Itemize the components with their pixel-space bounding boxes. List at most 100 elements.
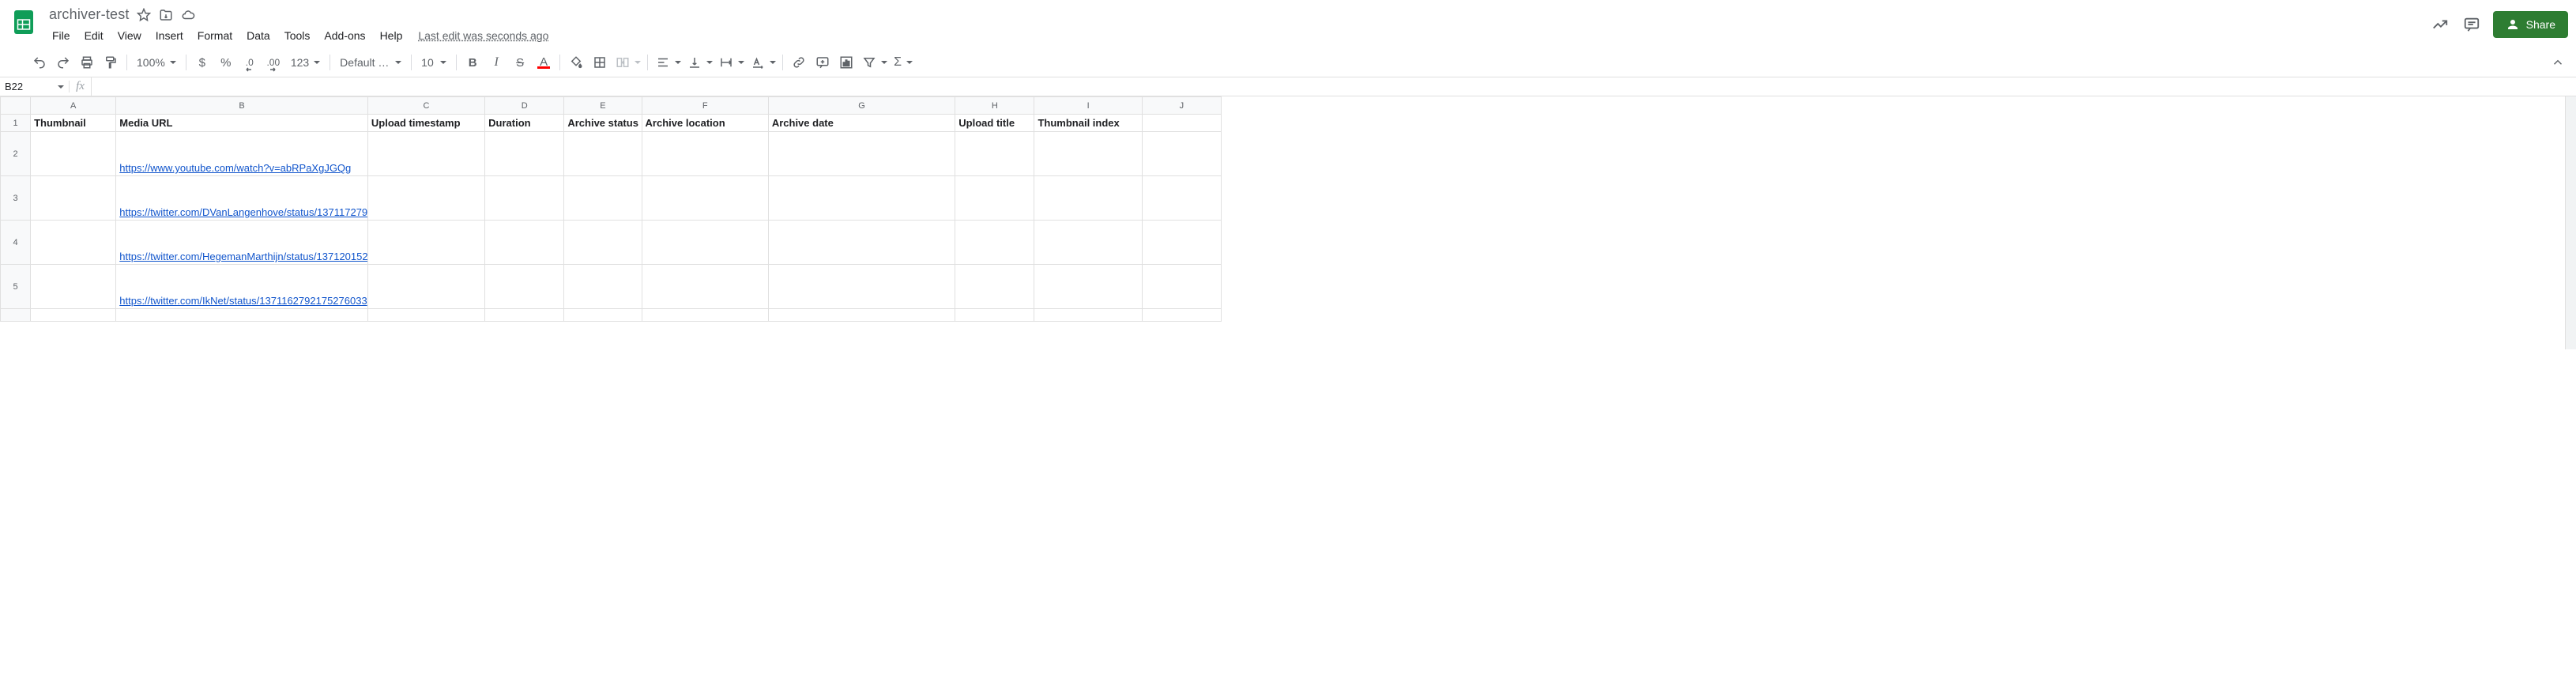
text-wrap-dropdown[interactable] — [716, 51, 746, 74]
row-header-1[interactable]: 1 — [1, 115, 31, 132]
menu-format[interactable]: Format — [191, 26, 239, 45]
cell-A4[interactable] — [31, 221, 116, 265]
cell-I5[interactable] — [1034, 265, 1142, 309]
cell-D3[interactable] — [485, 176, 564, 221]
redo-icon[interactable] — [52, 51, 74, 74]
borders-button[interactable] — [589, 51, 611, 74]
activity-trend-icon[interactable] — [2430, 14, 2450, 35]
cell-J1[interactable] — [1142, 115, 1221, 132]
name-box[interactable]: B22 — [0, 81, 70, 92]
more-formats-dropdown[interactable]: 123 — [286, 51, 325, 74]
undo-icon[interactable] — [28, 51, 51, 74]
cell-C3[interactable] — [367, 176, 484, 221]
merge-cells-dropdown[interactable] — [612, 51, 642, 74]
format-percent-button[interactable]: % — [215, 51, 237, 74]
comments-icon[interactable] — [2461, 14, 2482, 35]
col-header-F[interactable]: F — [642, 97, 768, 115]
cell-H4[interactable] — [955, 221, 1034, 265]
cell-C4[interactable] — [367, 221, 484, 265]
share-button[interactable]: Share — [2493, 11, 2568, 38]
col-header-C[interactable]: C — [367, 97, 484, 115]
zoom-dropdown[interactable]: 100% — [132, 51, 181, 74]
cell-B2[interactable]: https://www.youtube.com/watch?v=abRPaXgJ… — [116, 132, 368, 176]
cell-F3[interactable] — [642, 176, 768, 221]
cell-I3[interactable] — [1034, 176, 1142, 221]
print-icon[interactable] — [76, 51, 98, 74]
cell-B4[interactable]: https://twitter.com/HegemanMarthijn/stat… — [116, 221, 368, 265]
horizontal-align-dropdown[interactable] — [653, 51, 683, 74]
formula-input[interactable] — [92, 77, 2576, 96]
cell-A2[interactable] — [31, 132, 116, 176]
cell-F5[interactable] — [642, 265, 768, 309]
cell-F4[interactable] — [642, 221, 768, 265]
italic-button[interactable]: I — [485, 51, 507, 74]
col-header-E[interactable]: E — [564, 97, 642, 115]
paint-format-icon[interactable] — [100, 51, 122, 74]
media-url-link[interactable]: https://twitter.com/IkNet/status/1371162… — [119, 295, 367, 307]
functions-dropdown[interactable]: Σ — [891, 51, 914, 74]
cell-J2[interactable] — [1142, 132, 1221, 176]
cell-J5[interactable] — [1142, 265, 1221, 309]
row-header-2[interactable]: 2 — [1, 132, 31, 176]
cell-A5[interactable] — [31, 265, 116, 309]
menu-file[interactable]: File — [46, 26, 77, 45]
col-header-B[interactable]: B — [116, 97, 368, 115]
insert-comment-icon[interactable] — [812, 51, 834, 74]
strikethrough-button[interactable]: S — [509, 51, 531, 74]
cell-G5[interactable] — [768, 265, 955, 309]
menu-addons[interactable]: Add-ons — [318, 26, 371, 45]
media-url-link[interactable]: https://twitter.com/DVanLangenhove/statu… — [119, 206, 367, 218]
text-color-button[interactable]: A — [533, 51, 555, 74]
vertical-align-dropdown[interactable] — [684, 51, 714, 74]
bold-button[interactable]: B — [461, 51, 484, 74]
cell-A1[interactable]: Thumbnail — [31, 115, 116, 132]
cell-F2[interactable] — [642, 132, 768, 176]
cell-E3[interactable] — [564, 176, 642, 221]
menu-tools[interactable]: Tools — [278, 26, 317, 45]
cell-I2[interactable] — [1034, 132, 1142, 176]
spreadsheet-grid[interactable]: A B C D E F G H I J 1 Thumbnail Media UR… — [0, 96, 1222, 322]
format-currency-button[interactable]: $ — [191, 51, 213, 74]
menu-data[interactable]: Data — [240, 26, 277, 45]
col-header-D[interactable]: D — [485, 97, 564, 115]
sheets-app-icon[interactable] — [8, 6, 40, 38]
menu-insert[interactable]: Insert — [149, 26, 190, 45]
fill-color-button[interactable] — [565, 51, 587, 74]
collapse-toolbar-icon[interactable] — [2548, 52, 2568, 73]
row-header-5[interactable]: 5 — [1, 265, 31, 309]
cell-H3[interactable] — [955, 176, 1034, 221]
row-header-4[interactable]: 4 — [1, 221, 31, 265]
row-header-3[interactable]: 3 — [1, 176, 31, 221]
document-title[interactable]: archiver-test — [49, 6, 130, 23]
col-header-A[interactable]: A — [31, 97, 116, 115]
cell-D5[interactable] — [485, 265, 564, 309]
cell-G2[interactable] — [768, 132, 955, 176]
font-size-dropdown[interactable]: 10 — [416, 51, 451, 74]
vertical-scrollbar[interactable] — [2565, 96, 2576, 349]
cell-E4[interactable] — [564, 221, 642, 265]
decrease-decimal-button[interactable]: .0 — [239, 51, 261, 74]
cell-B5[interactable]: https://twitter.com/IkNet/status/1371162… — [116, 265, 368, 309]
select-all-corner[interactable] — [1, 97, 31, 115]
star-icon[interactable] — [136, 7, 152, 23]
col-header-H[interactable]: H — [955, 97, 1034, 115]
cell-G4[interactable] — [768, 221, 955, 265]
move-folder-icon[interactable] — [158, 7, 174, 23]
font-family-dropdown[interactable]: Default (Ari... — [335, 51, 406, 74]
cell-B3[interactable]: https://twitter.com/DVanLangenhove/statu… — [116, 176, 368, 221]
cell-D1[interactable]: Duration — [485, 115, 564, 132]
cell-D2[interactable] — [485, 132, 564, 176]
cell-F1[interactable]: Archive location — [642, 115, 768, 132]
col-header-I[interactable]: I — [1034, 97, 1142, 115]
text-rotation-dropdown[interactable] — [748, 51, 778, 74]
col-header-G[interactable]: G — [768, 97, 955, 115]
cell-C1[interactable]: Upload timestamp — [367, 115, 484, 132]
insert-link-icon[interactable] — [788, 51, 810, 74]
cell-A3[interactable] — [31, 176, 116, 221]
cell-G3[interactable] — [768, 176, 955, 221]
cell-H1[interactable]: Upload title — [955, 115, 1034, 132]
menu-help[interactable]: Help — [374, 26, 409, 45]
cell-J3[interactable] — [1142, 176, 1221, 221]
cell-C2[interactable] — [367, 132, 484, 176]
menu-view[interactable]: View — [111, 26, 148, 45]
